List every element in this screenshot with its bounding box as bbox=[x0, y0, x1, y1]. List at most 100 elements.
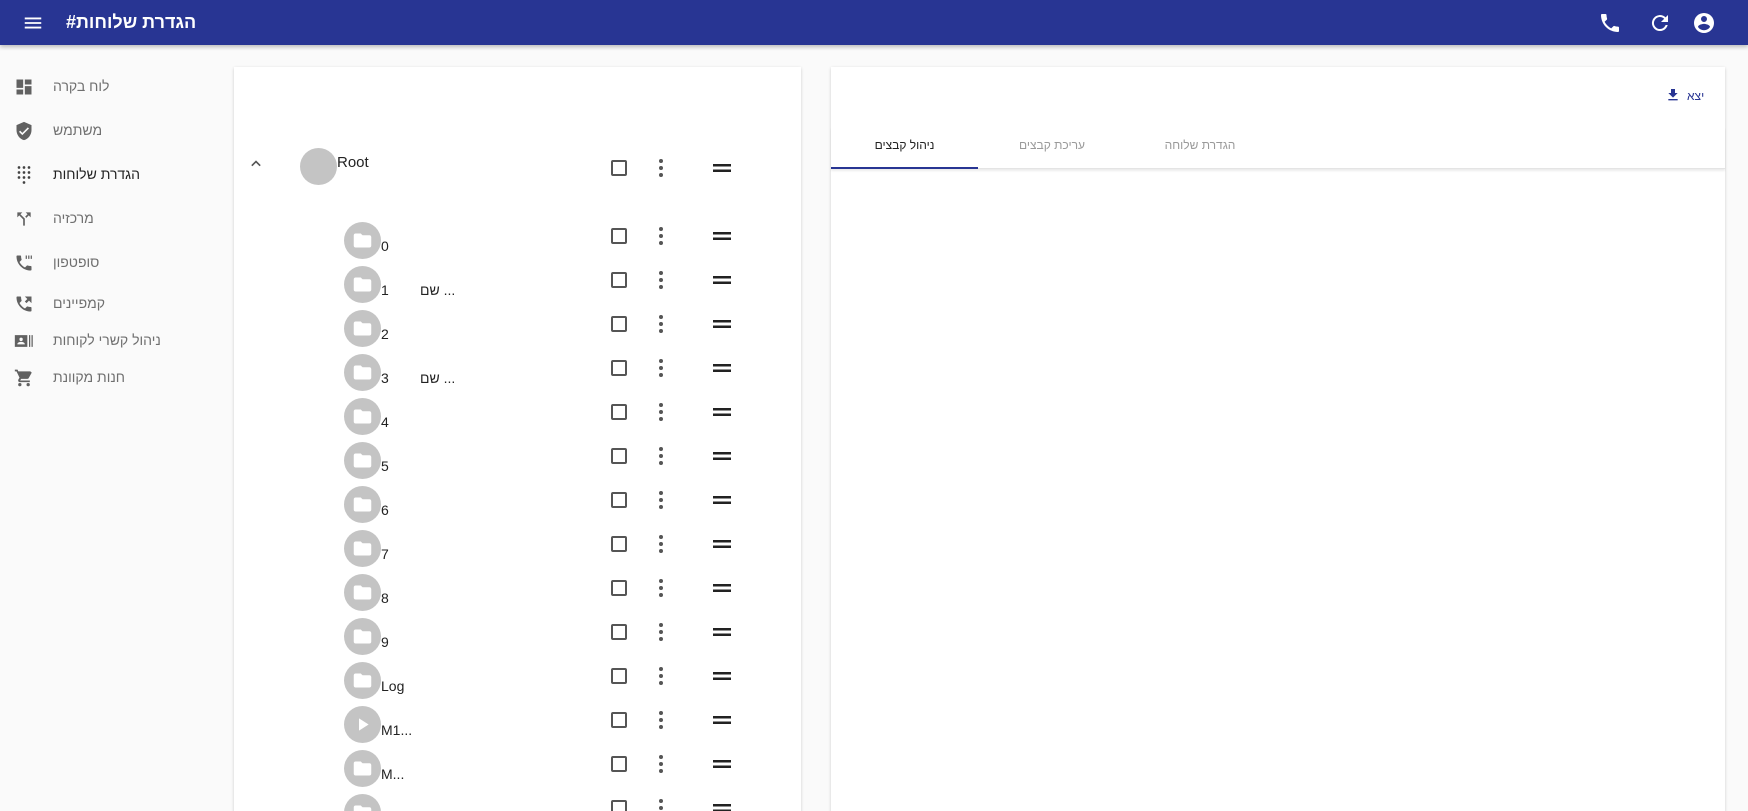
drag-handle-icon[interactable] bbox=[713, 162, 731, 174]
tab-file-management[interactable]: ניהול קבצים bbox=[831, 127, 978, 169]
tree-node-row[interactable]: Log bbox=[234, 662, 801, 702]
row-checkbox[interactable] bbox=[611, 536, 627, 552]
more-vert-icon[interactable] bbox=[651, 269, 671, 291]
more-vert-icon[interactable] bbox=[651, 621, 671, 643]
more-vert-icon[interactable] bbox=[651, 709, 671, 731]
folder-avatar[interactable] bbox=[344, 794, 381, 811]
folder-avatar[interactable] bbox=[344, 574, 381, 611]
export-button[interactable]: יצא bbox=[1653, 87, 1713, 107]
folder-avatar[interactable] bbox=[344, 310, 381, 347]
drag-handle-icon[interactable] bbox=[713, 626, 731, 638]
folder-icon bbox=[353, 365, 372, 380]
tree-node-row[interactable]: 3 שם ... bbox=[234, 354, 801, 394]
tab-file-editing[interactable]: עריכת קבצים bbox=[978, 127, 1126, 169]
row-checkbox[interactable] bbox=[611, 668, 627, 684]
tree-node-row[interactable]: 5 bbox=[234, 442, 801, 482]
refresh-icon[interactable] bbox=[1648, 11, 1672, 35]
account-circle-icon[interactable] bbox=[1692, 11, 1716, 35]
row-checkbox[interactable] bbox=[611, 272, 627, 288]
drag-handle-icon[interactable] bbox=[713, 582, 731, 594]
node-label: 7 bbox=[381, 546, 389, 562]
row-checkbox[interactable] bbox=[611, 404, 627, 420]
chevron-up-icon[interactable] bbox=[246, 154, 266, 174]
more-vert-icon[interactable] bbox=[651, 445, 671, 467]
tree-node-row[interactable]: 9 bbox=[234, 618, 801, 658]
folder-avatar[interactable] bbox=[344, 618, 381, 655]
folder-icon bbox=[353, 629, 372, 644]
drag-handle-icon[interactable] bbox=[713, 230, 731, 242]
row-checkbox[interactable] bbox=[611, 624, 627, 640]
sidebar-item-shop[interactable]: חנות מקוונת bbox=[0, 360, 200, 396]
tab-bar: ניהול קבצים עריכת קבצים הגדרת שלוחה bbox=[831, 127, 1725, 169]
folder-icon bbox=[353, 409, 372, 424]
sidebar-item-pbx[interactable]: מרכזיה bbox=[0, 201, 200, 237]
more-vert-icon[interactable] bbox=[651, 225, 671, 247]
more-vert-icon[interactable] bbox=[651, 401, 671, 423]
tree-node-row[interactable]: 7 bbox=[234, 530, 801, 570]
drag-handle-icon[interactable] bbox=[713, 318, 731, 330]
more-vert-icon[interactable] bbox=[651, 533, 671, 555]
more-vert-icon[interactable] bbox=[651, 577, 671, 599]
folder-avatar[interactable] bbox=[344, 442, 381, 479]
drag-handle-icon[interactable] bbox=[713, 714, 731, 726]
sidebar-item-dashboard[interactable]: לוח בקרה bbox=[0, 69, 200, 105]
folder-avatar[interactable] bbox=[344, 354, 381, 391]
row-checkbox[interactable] bbox=[611, 360, 627, 376]
more-vert-icon[interactable] bbox=[651, 489, 671, 511]
more-vert-icon[interactable] bbox=[651, 357, 671, 379]
row-checkbox[interactable] bbox=[611, 316, 627, 332]
menu-icon[interactable] bbox=[22, 12, 44, 34]
folder-avatar[interactable] bbox=[344, 266, 381, 303]
folder-avatar[interactable] bbox=[344, 222, 381, 259]
sidebar-item-user[interactable]: משתמש bbox=[0, 113, 200, 149]
row-checkbox[interactable] bbox=[611, 228, 627, 244]
tree-node-row[interactable]: 8 bbox=[234, 574, 801, 614]
folder-icon bbox=[353, 233, 372, 248]
sidebar-item-label: משתמש bbox=[53, 122, 103, 138]
folder-avatar[interactable] bbox=[344, 530, 381, 567]
details-panel: יצא ניהול קבצים עריכת קבצים הגדרת שלוחה bbox=[831, 67, 1725, 811]
tree-node-row[interactable]: 6 bbox=[234, 486, 801, 526]
row-checkbox[interactable] bbox=[611, 800, 627, 811]
drag-handle-icon[interactable] bbox=[713, 538, 731, 550]
drag-handle-icon[interactable] bbox=[713, 670, 731, 682]
tree-node-row[interactable]: M... bbox=[234, 750, 801, 790]
folder-avatar[interactable] bbox=[344, 662, 381, 699]
more-vert-icon[interactable] bbox=[651, 797, 671, 811]
tree-node-row[interactable]: 4 bbox=[234, 398, 801, 438]
drag-handle-icon[interactable] bbox=[713, 406, 731, 418]
row-checkbox[interactable] bbox=[611, 756, 627, 772]
play-avatar[interactable] bbox=[344, 706, 381, 743]
tree-node-row[interactable]: 2 bbox=[234, 310, 801, 350]
drag-handle-icon[interactable] bbox=[713, 450, 731, 462]
sidebar-item-label: לוח בקרה bbox=[53, 78, 110, 94]
row-checkbox[interactable] bbox=[611, 448, 627, 464]
sidebar-item-extensions[interactable]: הגדרת שלוחות bbox=[0, 157, 200, 193]
tab-extension-settings[interactable]: הגדרת שלוחה bbox=[1126, 127, 1274, 169]
row-checkbox[interactable] bbox=[611, 492, 627, 508]
drag-handle-icon[interactable] bbox=[713, 362, 731, 374]
sidebar-item-crm[interactable]: ניהול קשרי לקוחות bbox=[0, 323, 200, 359]
tree-node-row[interactable]: M1... bbox=[234, 706, 801, 746]
row-checkbox[interactable] bbox=[611, 160, 627, 176]
tree-node-row[interactable]: 0 bbox=[234, 222, 801, 262]
tree-node-row[interactable] bbox=[234, 794, 801, 811]
tree-root-row: Root bbox=[234, 148, 801, 188]
sidebar-item-softphone[interactable]: סופטפון bbox=[0, 245, 200, 281]
drag-handle-icon[interactable] bbox=[713, 494, 731, 506]
folder-avatar[interactable] bbox=[344, 486, 381, 523]
more-vert-icon[interactable] bbox=[651, 313, 671, 335]
more-vert-icon[interactable] bbox=[651, 665, 671, 687]
folder-avatar[interactable] bbox=[344, 398, 381, 435]
drag-handle-icon[interactable] bbox=[713, 758, 731, 770]
more-vert-icon[interactable] bbox=[651, 753, 671, 775]
drag-handle-icon[interactable] bbox=[713, 802, 731, 811]
folder-avatar[interactable] bbox=[344, 750, 381, 787]
tree-node-row[interactable]: 1 שם ... bbox=[234, 266, 801, 306]
row-checkbox[interactable] bbox=[611, 580, 627, 596]
row-checkbox[interactable] bbox=[611, 712, 627, 728]
sidebar-item-campaigns[interactable]: קמפיינים bbox=[0, 286, 200, 322]
phone-icon[interactable] bbox=[1598, 11, 1622, 35]
more-vert-icon[interactable] bbox=[651, 157, 671, 179]
drag-handle-icon[interactable] bbox=[713, 274, 731, 286]
